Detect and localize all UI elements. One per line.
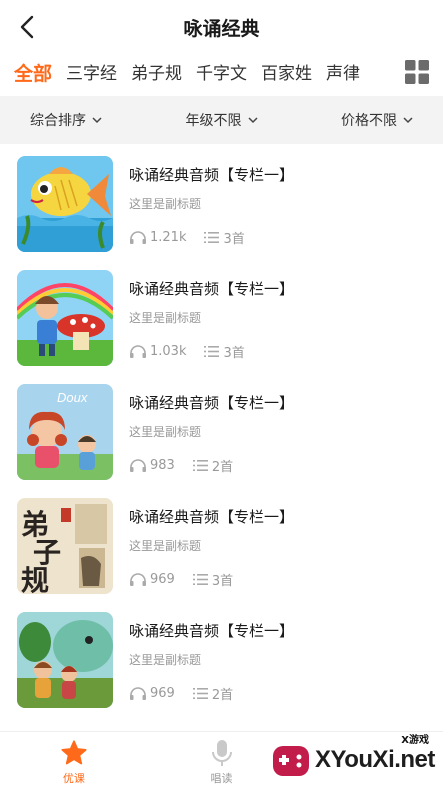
game-controller-icon <box>273 746 309 776</box>
course-list: 咏诵经典音频【专栏一】 这里是副标题 1.21k 3首 咏诵经典音频【专栏一】 … <box>0 144 443 726</box>
track-count-value: 3首 <box>223 346 245 361</box>
play-count-value: 969 <box>150 686 175 701</box>
page-title: 咏诵经典 <box>183 17 260 40</box>
list-icon <box>192 460 208 471</box>
cover-image <box>17 270 113 366</box>
track-count-value: 3首 <box>223 232 245 247</box>
filter-bar: 综合排序 年级不限 价格不限 <box>0 96 443 144</box>
item-subtitle: 这里是副标题 <box>129 311 202 325</box>
cover-image <box>17 612 113 708</box>
tab-sanzijing[interactable]: 三字经 <box>66 59 117 86</box>
list-icon <box>192 688 208 699</box>
tab-all[interactable]: 全部 <box>14 59 52 86</box>
track-count: 3首 <box>192 570 234 589</box>
microphone-icon <box>211 740 232 766</box>
item-title: 咏诵经典音频【专栏一】 <box>129 166 295 184</box>
cover-image: 弟 子 规 <box>17 498 113 594</box>
track-count: 3首 <box>204 228 245 247</box>
track-count-value: 2首 <box>211 460 234 475</box>
play-count: 1.03k <box>129 344 186 359</box>
item-subtitle: 这里是副标题 <box>129 653 202 667</box>
play-count: 983 <box>129 458 175 473</box>
chevron-down-icon <box>403 116 413 123</box>
cover-image: Doux <box>17 384 113 480</box>
tab-shenglv[interactable]: 声律 <box>326 59 360 86</box>
track-count-value: 2首 <box>211 688 234 703</box>
item-title: 咏诵经典音频【专栏一】 <box>129 280 295 298</box>
list-item[interactable]: 咏诵经典音频【专栏一】 这里是副标题 969 2首 <box>0 612 443 726</box>
chevron-down-icon <box>92 116 102 123</box>
chevron-down-icon <box>247 116 258 123</box>
list-item[interactable]: Doux 咏诵经典音频【专栏一】 这里是副标题 983 2首 <box>0 384 443 498</box>
header-bar: 咏诵经典 <box>0 0 443 54</box>
track-count: 2首 <box>192 684 234 703</box>
cover-image <box>17 156 113 252</box>
watermark: XYouXi.net X游戏 <box>271 733 439 787</box>
headphones-icon <box>130 572 146 586</box>
nav-youke[interactable]: 优课 <box>0 732 148 793</box>
play-count-value: 1.21k <box>150 230 187 245</box>
watermark-small: X游戏 <box>401 735 429 746</box>
item-title: 咏诵经典音频【专栏一】 <box>129 622 295 640</box>
tab-qianziwen[interactable]: 千字文 <box>196 59 247 86</box>
grade-dropdown[interactable]: 年级不限 <box>186 110 258 130</box>
star-icon <box>61 740 87 765</box>
category-tabs: 全部 三字经 弟子规 千字文 百家姓 声律 <box>0 54 443 90</box>
item-title: 咏诵经典音频【专栏一】 <box>129 508 295 526</box>
sort-label: 综合排序 <box>30 113 86 129</box>
cover-text: Doux <box>57 390 88 405</box>
play-count-value: 1.03k <box>150 344 187 359</box>
sort-dropdown[interactable]: 综合排序 <box>30 110 102 130</box>
track-count: 3首 <box>204 342 245 361</box>
watermark-brand: XYouXi.net <box>315 746 435 773</box>
list-icon <box>204 232 220 243</box>
list-icon <box>204 346 220 357</box>
price-dropdown[interactable]: 价格不限 <box>341 110 413 130</box>
headphones-icon <box>130 458 146 472</box>
back-arrow-icon[interactable] <box>14 12 42 42</box>
grid-icon <box>405 60 429 84</box>
play-count: 969 <box>129 572 175 587</box>
list-item[interactable]: 咏诵经典音频【专栏一】 这里是副标题 1.03k 3首 <box>0 270 443 384</box>
headphones-icon <box>130 230 146 244</box>
nav-label: 唱读 <box>210 772 233 785</box>
list-icon <box>192 574 208 585</box>
category-grid-button[interactable] <box>391 54 443 90</box>
play-count-value: 983 <box>150 458 175 473</box>
cover-text-char-3: 规 <box>21 564 49 594</box>
item-subtitle: 这里是副标题 <box>129 425 202 439</box>
headphones-icon <box>130 686 146 700</box>
play-count-value: 969 <box>150 572 175 587</box>
list-item[interactable]: 弟 子 规 咏诵经典音频【专栏一】 这里是副标题 969 3首 <box>0 498 443 612</box>
item-subtitle: 这里是副标题 <box>129 197 202 211</box>
item-subtitle: 这里是副标题 <box>129 539 202 553</box>
nav-label: 优课 <box>62 772 85 785</box>
tab-dizigui[interactable]: 弟子规 <box>131 59 182 86</box>
grade-label: 年级不限 <box>185 113 242 129</box>
tab-baijiaxing[interactable]: 百家姓 <box>261 59 312 86</box>
list-item[interactable]: 咏诵经典音频【专栏一】 这里是副标题 1.21k 3首 <box>0 156 443 270</box>
track-count: 2首 <box>192 456 234 475</box>
price-label: 价格不限 <box>341 113 397 129</box>
track-count-value: 3首 <box>211 574 234 589</box>
play-count: 1.21k <box>129 230 186 245</box>
headphones-icon <box>130 344 146 358</box>
item-title: 咏诵经典音频【专栏一】 <box>129 394 295 412</box>
play-count: 969 <box>129 686 175 701</box>
